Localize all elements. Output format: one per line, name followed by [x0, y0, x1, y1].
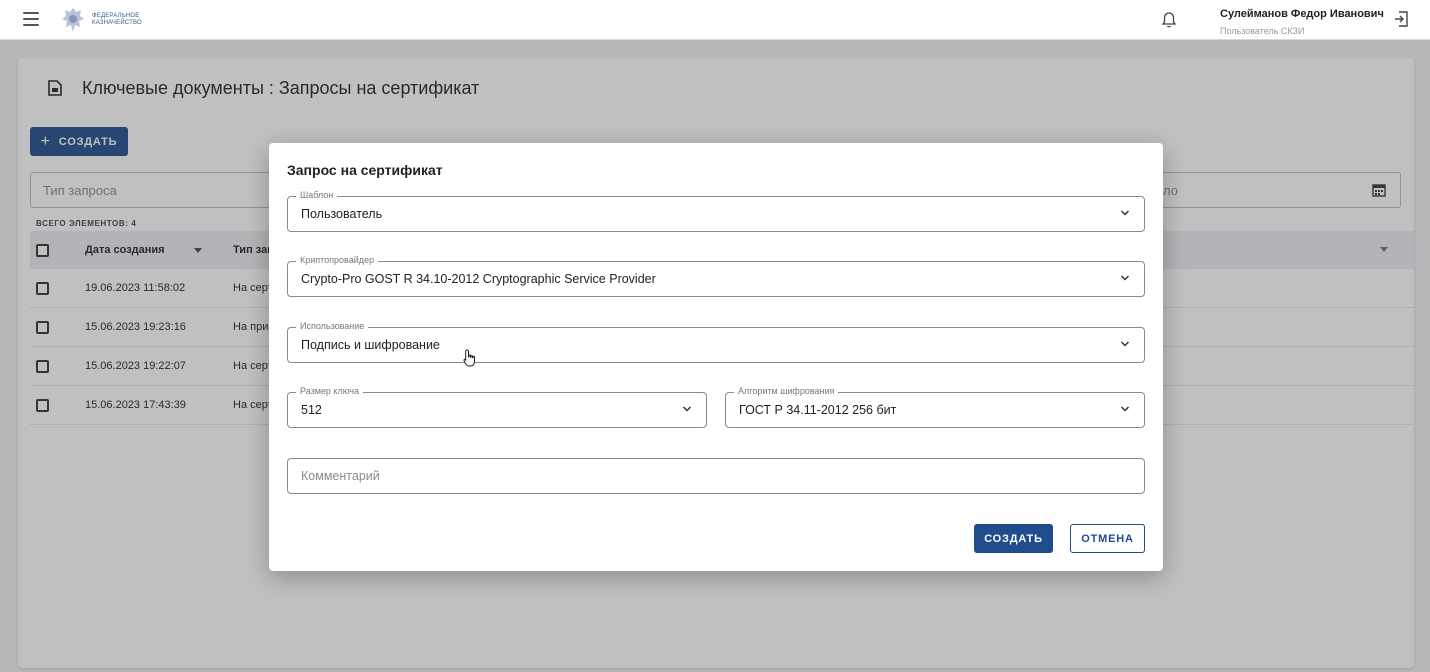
comment-input[interactable]: Комментарий — [287, 458, 1145, 494]
key-size-select[interactable]: Размер ключа 512 — [287, 386, 707, 428]
encryption-algorithm-select[interactable]: Алгоритм шифрования ГОСТ Р 34.11-2012 25… — [725, 386, 1145, 428]
logo-emblem-icon — [62, 8, 84, 32]
chevron-down-icon — [1120, 275, 1130, 281]
template-label: Шаблон — [296, 190, 338, 200]
certificate-request-dialog: Запрос на сертификат Шаблон Пользователь… — [269, 143, 1163, 571]
key-size-label: Размер ключа — [296, 386, 363, 396]
chevron-down-icon — [1120, 406, 1130, 412]
comment-placeholder: Комментарий — [301, 469, 380, 483]
dialog-title: Запрос на сертификат — [287, 162, 443, 178]
chevron-down-icon — [1120, 341, 1130, 347]
hand-cursor-icon — [463, 349, 475, 367]
chevron-down-icon — [1120, 210, 1130, 216]
usage-select[interactable]: Использование Подпись и шифрование — [287, 321, 1145, 363]
menu-icon[interactable] — [23, 12, 39, 26]
crypto-provider-value: Crypto-Pro GOST R 34.10-2012 Cryptograph… — [301, 272, 656, 286]
encryption-algorithm-label: Алгоритм шифрования — [734, 386, 839, 396]
chevron-down-icon — [682, 406, 692, 412]
usage-label: Использование — [296, 321, 369, 331]
user-name: Сулейманов Федор Иванович — [1220, 8, 1384, 20]
top-header: ФЕДЕРАЛЬНОЕ КАЗНАЧЕЙСТВО Сулейманов Федо… — [0, 0, 1430, 40]
dialog-create-button[interactable]: СОЗДАТЬ — [974, 524, 1053, 553]
logo-text: ФЕДЕРАЛЬНОЕ КАЗНАЧЕЙСТВО — [92, 13, 142, 26]
bell-icon[interactable] — [1161, 11, 1177, 29]
crypto-provider-select[interactable]: Криптопровайдер Crypto-Pro GOST R 34.10-… — [287, 255, 1145, 297]
key-size-value: 512 — [301, 403, 322, 417]
dialog-cancel-button[interactable]: ОТМЕНА — [1070, 524, 1145, 553]
usage-value: Подпись и шифрование — [301, 338, 440, 352]
template-select[interactable]: Шаблон Пользователь — [287, 190, 1145, 232]
encryption-algorithm-value: ГОСТ Р 34.11-2012 256 бит — [739, 403, 897, 417]
user-info[interactable]: Сулейманов Федор Иванович Пользователь С… — [1220, 8, 1384, 36]
user-role: Пользователь СКЗИ — [1220, 26, 1305, 36]
logout-icon[interactable] — [1393, 10, 1409, 28]
logo[interactable]: ФЕДЕРАЛЬНОЕ КАЗНАЧЕЙСТВО — [60, 5, 172, 35]
crypto-provider-label: Криптопровайдер — [296, 255, 379, 265]
template-value: Пользователь — [301, 207, 383, 221]
